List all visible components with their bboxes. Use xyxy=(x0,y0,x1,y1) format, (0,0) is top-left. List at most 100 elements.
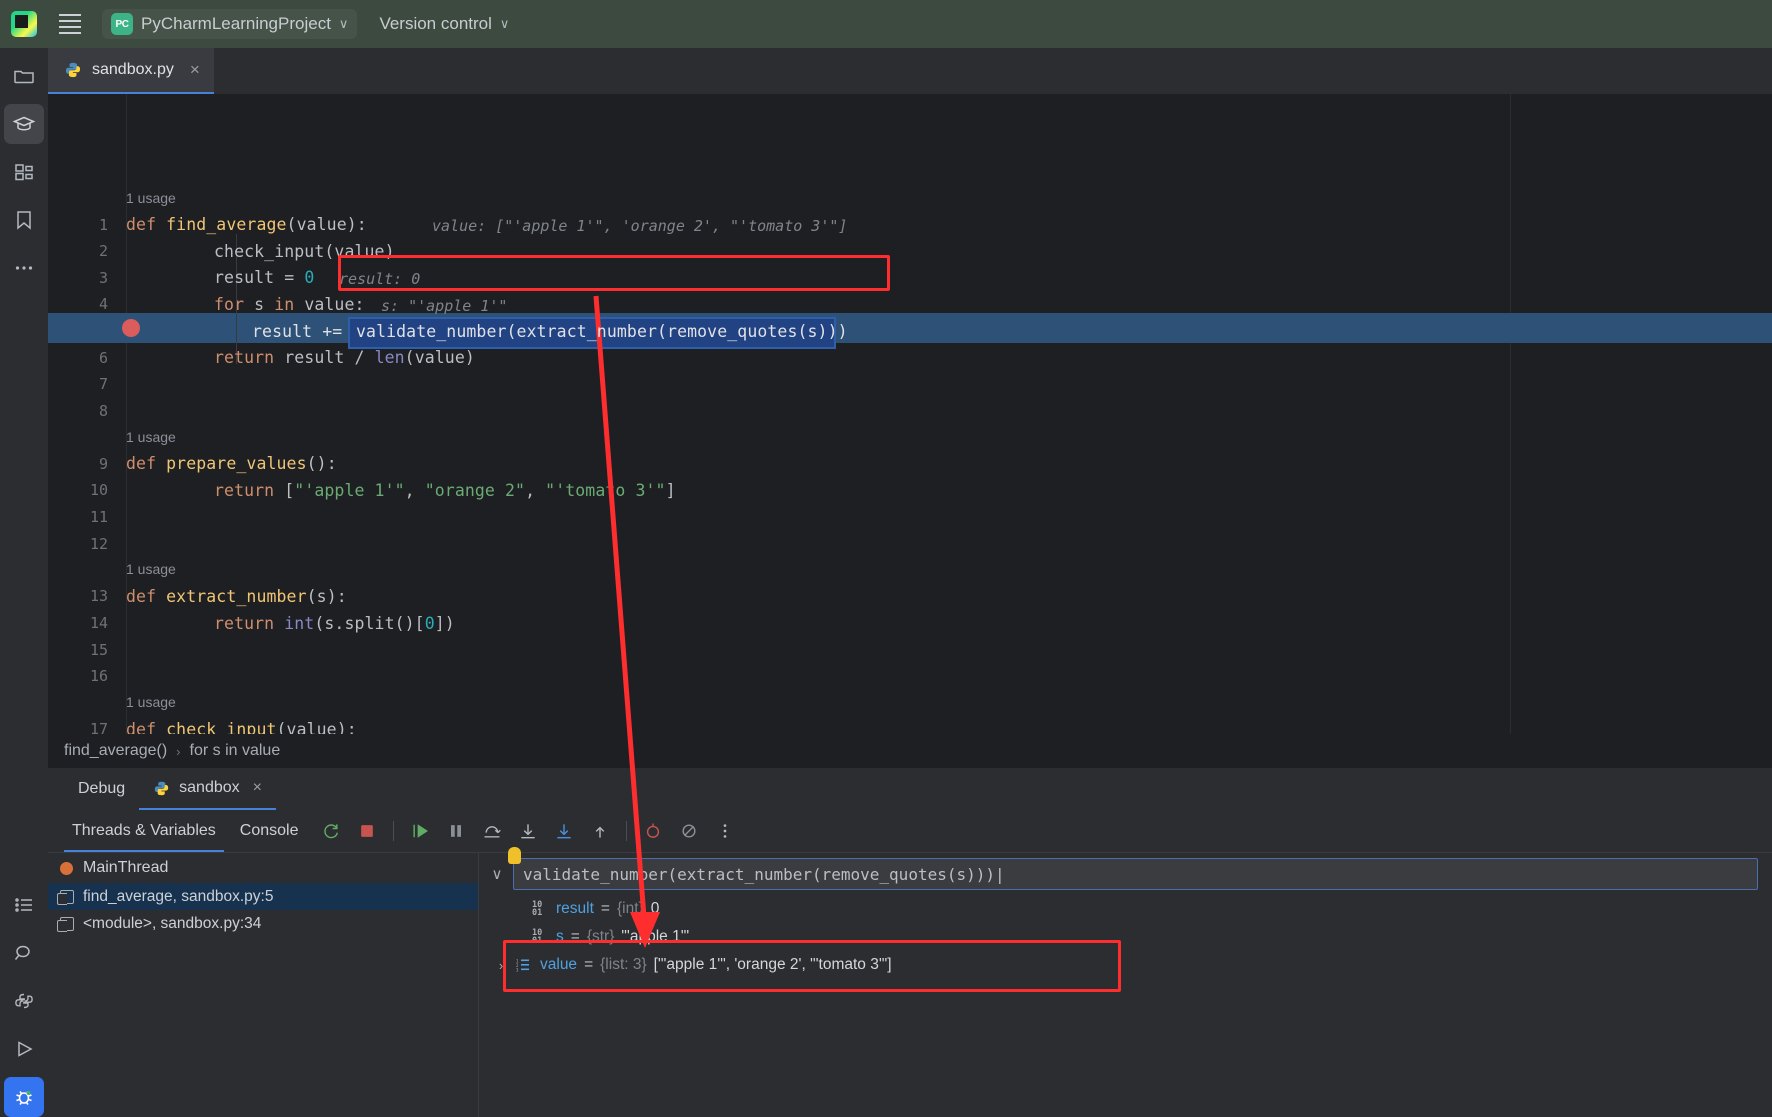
call-args: (value) xyxy=(405,348,475,367)
step-out-icon[interactable] xyxy=(585,816,615,846)
line-number: 7 xyxy=(48,375,108,393)
var-result: result = xyxy=(214,268,304,287)
breadcrumb: find_average() › for s in value xyxy=(48,734,1772,768)
chevron-down-icon[interactable]: ∨ xyxy=(487,865,507,883)
var-value: value: xyxy=(294,295,364,314)
editor-tab-sandbox[interactable]: sandbox.py × xyxy=(48,48,214,94)
frame-row[interactable]: <module>, sandbox.py:34 xyxy=(48,910,478,937)
stop-icon[interactable] xyxy=(352,816,382,846)
sidebar-item-python-packages[interactable] xyxy=(4,981,44,1021)
number-icon: 1001 xyxy=(532,901,549,917)
sidebar-item-learn[interactable] xyxy=(4,104,44,144)
python-file-icon xyxy=(64,61,82,79)
text-caret: | xyxy=(995,865,1005,884)
variable-row-s[interactable]: 1001 s = {str} "'apple 1'" xyxy=(479,923,1772,951)
tab-console[interactable]: Console xyxy=(228,810,311,852)
thread-label: MainThread xyxy=(83,859,168,877)
string-apple: "'apple 1'" xyxy=(294,481,404,500)
list-icon: 1 2 3 xyxy=(516,958,533,972)
resume-program-icon[interactable] xyxy=(405,816,435,846)
project-selector[interactable]: PC PyCharmLearningProject ∨ xyxy=(102,9,357,39)
variable-type: {list: 3} xyxy=(600,956,647,974)
fn-signature: (value): xyxy=(287,215,367,234)
toolbar-divider xyxy=(393,821,394,841)
code-line-13: def extract_number(s): xyxy=(126,587,347,606)
sidebar-item-debug[interactable] xyxy=(4,1077,44,1117)
bracket-close: ] xyxy=(666,481,676,500)
bracket-close: ]) xyxy=(435,614,455,633)
fn-find-average: find_average xyxy=(166,215,286,234)
variable-row-value[interactable]: › 1 2 3 value = {list: 3} ["'apple 1'", … xyxy=(479,951,1772,979)
line-number: 10 xyxy=(48,481,108,499)
chevron-right-icon: › xyxy=(176,744,180,759)
close-icon[interactable]: × xyxy=(190,60,200,80)
title-bar: PC PyCharmLearningProject ∨ Version cont… xyxy=(0,0,1772,48)
kw-return: return xyxy=(214,481,274,500)
frames-panel[interactable]: MainThread find_average, sandbox.py:5 <m… xyxy=(48,852,478,1117)
code-line-2: check_input(value) xyxy=(214,242,395,261)
step-into-icon[interactable] xyxy=(513,816,543,846)
breadcrumb-item-function[interactable]: find_average() xyxy=(64,742,167,760)
sidebar-item-find[interactable] xyxy=(4,933,44,973)
stack-frame-icon xyxy=(60,917,74,931)
more-options-icon[interactable] xyxy=(710,816,740,846)
sidebar-item-todo[interactable] xyxy=(4,885,44,925)
view-breakpoints-icon[interactable] xyxy=(638,816,668,846)
force-step-into-icon[interactable] xyxy=(549,816,579,846)
code-editor[interactable]: 1 2 3 4 6 7 8 9 10 11 12 13 14 15 16 17 … xyxy=(48,94,1772,734)
line-number: 12 xyxy=(48,535,108,553)
pause-program-icon[interactable] xyxy=(441,816,471,846)
line-number: 17 xyxy=(48,720,108,734)
tab-sandbox-label: sandbox xyxy=(179,779,240,797)
num-zero: 0 xyxy=(304,268,314,287)
close-icon[interactable]: × xyxy=(253,779,262,797)
left-tool-rail xyxy=(0,48,48,1117)
evaluate-expression-row: ∨ validate_number(extract_number(remove_… xyxy=(479,853,1772,895)
variable-type: {int} xyxy=(617,900,644,918)
svg-text:3: 3 xyxy=(516,968,519,973)
bracket-open: [ xyxy=(274,481,294,500)
comma: , xyxy=(525,481,545,500)
lightbulb-icon[interactable] xyxy=(508,847,521,864)
expand-toggle[interactable]: › xyxy=(493,958,509,973)
variables-panel[interactable]: ∨ validate_number(extract_number(remove_… xyxy=(478,852,1772,1117)
op-divide: / xyxy=(354,348,374,367)
hamburger-menu-icon[interactable] xyxy=(48,0,92,48)
breadcrumb-item-loop[interactable]: for s in value xyxy=(190,742,281,760)
variable-name: s xyxy=(556,928,564,946)
evaluate-expression-input[interactable]: validate_number(extract_number(remove_qu… xyxy=(513,858,1758,890)
string-tomato: "'tomato 3'" xyxy=(545,481,665,500)
fn-extract-number: extract_number xyxy=(166,587,306,606)
rerun-icon[interactable] xyxy=(316,816,346,846)
code-line-5-call: validate_number(extract_number(remove_qu… xyxy=(356,322,848,341)
builtin-int: int xyxy=(274,614,314,633)
line-number: 8 xyxy=(48,402,108,420)
call-args: (s.split()[ xyxy=(314,614,424,633)
thread-row-mainthread[interactable]: MainThread xyxy=(48,853,478,883)
mute-breakpoints-icon[interactable] xyxy=(674,816,704,846)
version-control-menu[interactable]: Version control ∨ xyxy=(379,14,509,34)
fn-signature: (s): xyxy=(307,587,347,606)
usage-hint[interactable]: 1 usage xyxy=(126,429,176,445)
tab-sandbox-session[interactable]: sandbox × xyxy=(139,768,276,810)
sidebar-item-more[interactable] xyxy=(4,248,44,288)
step-over-icon[interactable] xyxy=(477,816,507,846)
line-number: 14 xyxy=(48,614,108,632)
usage-hint[interactable]: 1 usage xyxy=(126,694,176,710)
fn-signature: (): xyxy=(307,454,337,473)
sidebar-item-project-files[interactable] xyxy=(4,56,44,96)
string-orange: "orange 2" xyxy=(425,481,525,500)
sidebar-item-bookmarks[interactable] xyxy=(4,200,44,240)
sidebar-item-run[interactable] xyxy=(4,1029,44,1069)
debug-tab-bar: Debug sandbox × xyxy=(48,768,1772,810)
tab-debug[interactable]: Debug xyxy=(64,768,139,810)
frame-row[interactable]: find_average, sandbox.py:5 xyxy=(48,883,478,910)
tab-console-label: Console xyxy=(240,822,299,840)
tab-threads-variables[interactable]: Threads & Variables xyxy=(60,810,228,852)
usage-hint[interactable]: 1 usage xyxy=(126,561,176,577)
kw-def: def xyxy=(126,454,166,473)
variable-row-result[interactable]: 1001 result = {int} 0 xyxy=(479,895,1772,923)
sidebar-item-structure[interactable] xyxy=(4,152,44,192)
usage-hint[interactable]: 1 usage xyxy=(126,190,176,206)
var-s: s xyxy=(244,295,274,314)
